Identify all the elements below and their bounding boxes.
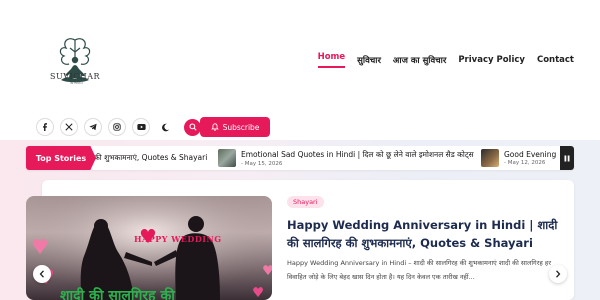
bell-icon xyxy=(210,123,219,131)
search-icon[interactable] xyxy=(184,118,201,136)
featured-post-image[interactable]: HAPPY WEDDING शादी की सालगिरह की xyxy=(26,196,272,300)
social-links xyxy=(36,118,201,136)
carousel-prev-button[interactable] xyxy=(33,265,51,283)
dark-mode-icon[interactable] xyxy=(156,118,174,136)
ticker-item-thumbnail xyxy=(481,149,499,167)
nav-item-privacy-policy[interactable]: Privacy Policy xyxy=(458,55,525,65)
featured-post-excerpt: Happy Wedding Anniversary in Hindi – शाद… xyxy=(287,259,551,281)
wedding-couple-illustration: HAPPY WEDDING शादी की सालगिरह की xyxy=(26,196,272,300)
facebook-icon[interactable] xyxy=(36,118,54,136)
ticker-item[interactable]: Emotional Sad Quotes in Hindi | दिल को छ… xyxy=(218,146,474,170)
ticker-item-title: की शुभकामनाएं, Quotes & Shayari xyxy=(94,153,208,162)
ticker-item-title: Emotional Sad Quotes in Hindi | दिल को छ… xyxy=(241,149,474,159)
instagram-icon[interactable] xyxy=(108,118,126,136)
nav-item-home[interactable]: Home xyxy=(317,52,346,68)
image-overlay-text: HAPPY WEDDING xyxy=(134,234,222,244)
subscribe-label: Subscribe xyxy=(222,122,260,132)
featured-post-title[interactable]: Happy Wedding Anniversary in Hindi | शाद… xyxy=(287,216,567,252)
telegram-icon[interactable] xyxy=(84,118,102,136)
ticker-item[interactable]: की शुभकामनाएं, Quotes & Shayari xyxy=(94,146,207,170)
x-icon[interactable] xyxy=(60,118,78,136)
ticker-item-date: - May 15, 2026 xyxy=(241,160,283,167)
ticker-item-date: - May 12, 2026 xyxy=(504,160,546,166)
nav-item-suvichar[interactable]: सुविचार xyxy=(357,55,381,66)
ticker-item-thumbnail xyxy=(218,149,236,167)
logo-text: SUVICHAR xyxy=(49,72,101,81)
top-stories-label: Top Stories xyxy=(26,146,96,170)
nav-item-contact[interactable]: Contact xyxy=(537,55,574,65)
chevron-left-icon xyxy=(39,270,44,278)
pause-icon xyxy=(564,155,570,161)
youtube-icon[interactable] xyxy=(132,118,150,136)
site-header: SUVICHAR IN HINDI Home सुविचार आज का सुव… xyxy=(0,0,600,140)
logo-subtext: IN HINDI xyxy=(70,81,83,85)
top-stories-ticker: की शुभकामनाएं, Quotes & Shayari Emotiona… xyxy=(26,146,574,170)
ticker-item[interactable]: Good Evening - May 12, 2026 xyxy=(481,146,556,170)
subscribe-button[interactable]: Subscribe xyxy=(200,117,270,137)
ticker-item-title: Good Evening xyxy=(504,150,557,159)
image-caption: शादी की सालगिरह की xyxy=(60,287,176,300)
main-nav: Home सुविचार आज का सुविचार Privacy Polic… xyxy=(317,52,574,68)
pause-button[interactable] xyxy=(560,146,574,170)
category-badge[interactable]: Shayari xyxy=(287,196,324,208)
nav-item-aaj-ka-suvichar[interactable]: आज का सुविचार xyxy=(393,55,446,66)
